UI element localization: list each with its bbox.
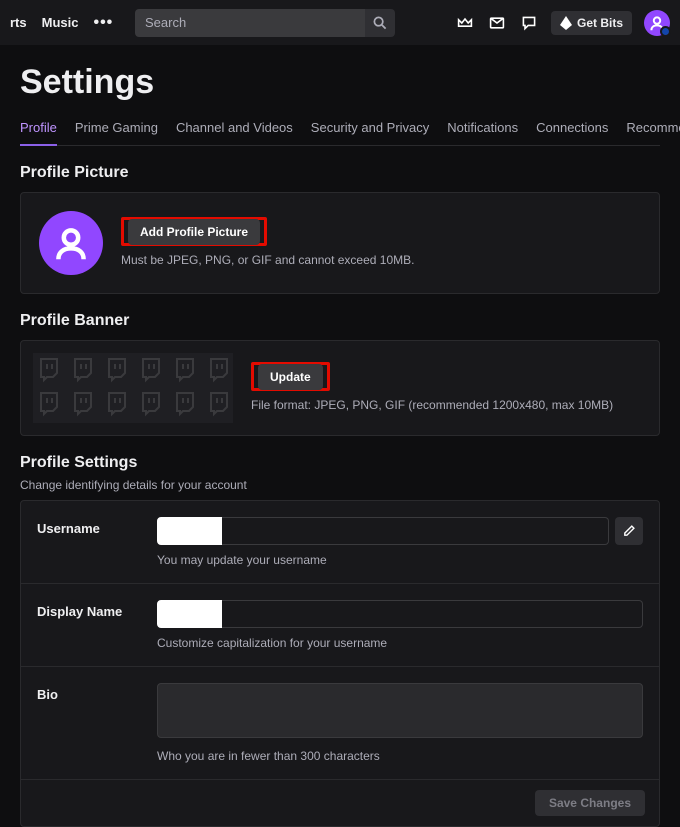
tab-notifications[interactable]: Notifications xyxy=(447,114,518,145)
username-input[interactable] xyxy=(157,517,222,545)
nav-link-music[interactable]: Music xyxy=(42,15,79,30)
person-icon xyxy=(53,225,89,261)
top-nav-right: Get Bits xyxy=(455,10,670,36)
inbox-icon[interactable] xyxy=(487,13,507,33)
save-changes-button[interactable]: Save Changes xyxy=(535,790,645,816)
search-icon xyxy=(373,16,387,30)
nav-more-icon[interactable]: ••• xyxy=(93,18,113,28)
highlight-add-profile-picture: Add Profile Picture xyxy=(121,217,267,246)
main-content: Settings Profile Prime Gaming Channel an… xyxy=(0,45,680,827)
profile-banner-preview xyxy=(33,353,233,423)
tab-security-privacy[interactable]: Security and Privacy xyxy=(311,114,430,145)
tab-recommendations[interactable]: Recommendations xyxy=(626,114,680,145)
profile-picture-title: Profile Picture xyxy=(20,164,660,182)
profile-banner-card: Update File format: JPEG, PNG, GIF (reco… xyxy=(20,340,660,436)
profile-settings-card: Username You may update your username Di… xyxy=(20,500,660,827)
whispers-icon[interactable] xyxy=(519,13,539,33)
row-display-name: Display Name Customize capitalization fo… xyxy=(21,584,659,667)
display-name-input-rest[interactable] xyxy=(222,600,643,628)
tab-channel-videos[interactable]: Channel and Videos xyxy=(176,114,293,145)
user-avatar[interactable] xyxy=(644,10,670,36)
get-bits-button[interactable]: Get Bits xyxy=(551,11,632,35)
profile-picture-avatar xyxy=(39,211,103,275)
search-bar xyxy=(135,9,395,37)
get-bits-label: Get Bits xyxy=(577,16,623,30)
display-name-input[interactable] xyxy=(157,600,222,628)
profile-settings-title: Profile Settings xyxy=(20,454,660,472)
profile-picture-card: Add Profile Picture Must be JPEG, PNG, o… xyxy=(20,192,660,294)
bio-textarea[interactable] xyxy=(157,683,643,738)
page-title: Settings xyxy=(20,63,660,102)
profile-banner-controls: Update File format: JPEG, PNG, GIF (reco… xyxy=(251,364,613,412)
add-profile-picture-button[interactable]: Add Profile Picture xyxy=(128,219,260,245)
username-input-rest[interactable] xyxy=(222,517,609,545)
profile-picture-controls: Add Profile Picture Must be JPEG, PNG, o… xyxy=(121,219,414,267)
top-nav-left: rts Music ••• xyxy=(10,15,135,30)
username-hint: You may update your username xyxy=(157,553,643,567)
row-username: Username You may update your username xyxy=(21,501,659,584)
display-name-label: Display Name xyxy=(37,600,157,650)
bits-icon xyxy=(560,16,572,30)
top-nav: rts Music ••• Get Bits xyxy=(0,0,680,45)
person-icon xyxy=(649,15,665,31)
profile-banner-hint: File format: JPEG, PNG, GIF (recommended… xyxy=(251,398,613,412)
row-bio: Bio Who you are in fewer than 300 charac… xyxy=(21,667,659,780)
profile-picture-hint: Must be JPEG, PNG, or GIF and cannot exc… xyxy=(121,253,414,267)
display-name-hint: Customize capitalization for your userna… xyxy=(157,636,643,650)
username-label: Username xyxy=(37,517,157,567)
banner-pattern-icon xyxy=(33,353,233,423)
bio-label: Bio xyxy=(37,683,157,763)
profile-settings-subtitle: Change identifying details for your acco… xyxy=(20,478,660,492)
save-row: Save Changes xyxy=(21,780,659,826)
profile-banner-title: Profile Banner xyxy=(20,312,660,330)
pencil-icon xyxy=(622,524,636,538)
update-banner-button[interactable]: Update xyxy=(258,364,323,390)
highlight-update-banner: Update xyxy=(251,362,330,391)
edit-username-button[interactable] xyxy=(615,517,643,545)
search-input[interactable] xyxy=(135,9,365,37)
tab-prime-gaming[interactable]: Prime Gaming xyxy=(75,114,158,145)
settings-tabs: Profile Prime Gaming Channel and Videos … xyxy=(20,114,660,146)
nav-link-sports[interactable]: rts xyxy=(10,15,27,30)
prime-icon[interactable] xyxy=(455,13,475,33)
tab-profile[interactable]: Profile xyxy=(20,114,57,145)
bio-hint: Who you are in fewer than 300 characters xyxy=(157,749,643,763)
search-button[interactable] xyxy=(365,9,395,37)
tab-connections[interactable]: Connections xyxy=(536,114,608,145)
